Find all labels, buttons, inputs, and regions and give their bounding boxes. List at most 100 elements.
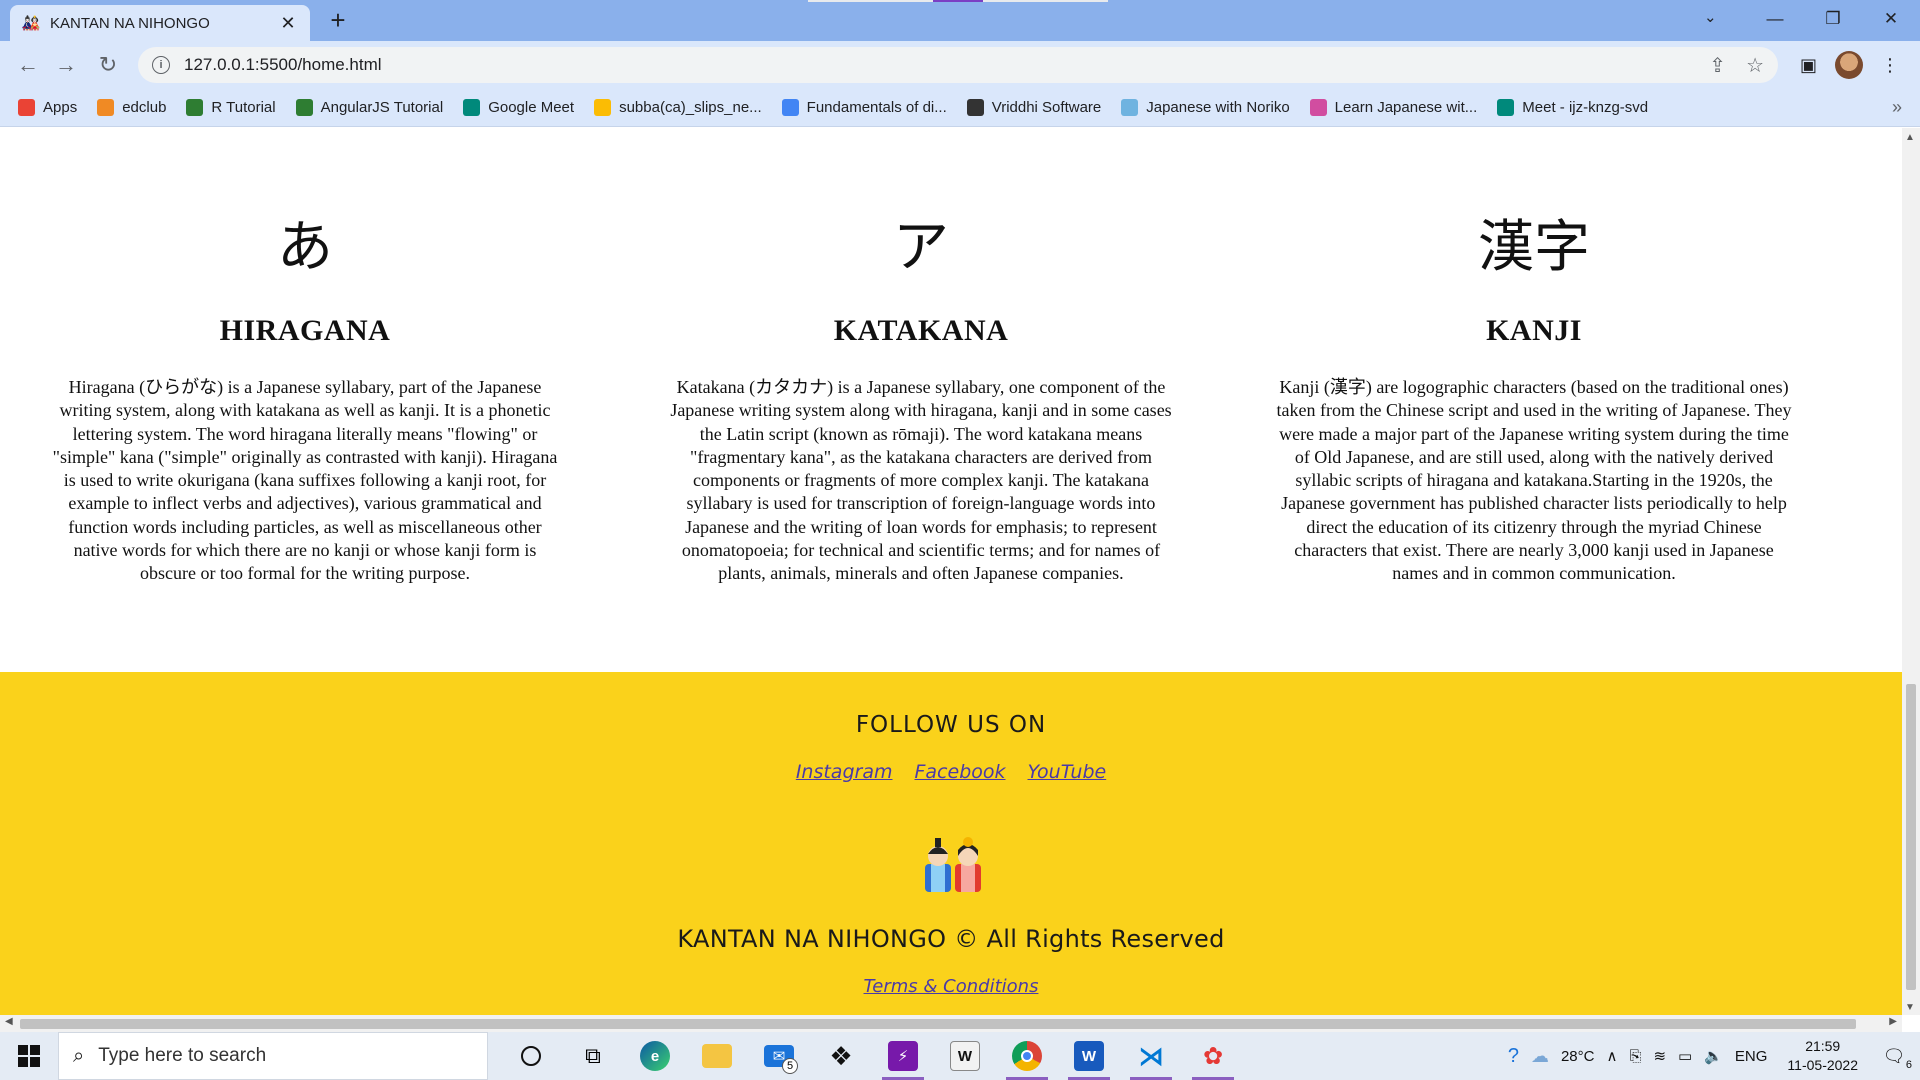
description-line: Katakana (カタカナ) is a Japanese syllabary,…	[676, 377, 1166, 397]
weather-temperature[interactable]: 28°C	[1561, 1048, 1595, 1065]
new-tab-button[interactable]: +	[324, 6, 352, 34]
task-view-button[interactable]: ⧉	[562, 1032, 624, 1080]
hiragana-description: Hiragana (ひらがな) is a Japanese syllabary,…	[20, 376, 590, 586]
paint-app[interactable]: ✿	[1182, 1032, 1244, 1080]
bookmark-item[interactable]: Learn Japanese wit...	[1309, 99, 1477, 116]
terms-link[interactable]: Terms & Conditions	[864, 976, 1039, 997]
description-line: characters that exist. There are nearly …	[1294, 540, 1774, 561]
help-icon[interactable]: ?	[1508, 1045, 1519, 1068]
bookmark-item[interactable]: Japanese with Noriko	[1121, 99, 1290, 116]
forward-button[interactable]: →	[52, 51, 80, 79]
clock-time: 21:59	[1805, 1038, 1841, 1054]
horizontal-scroll-thumb[interactable]	[20, 1019, 1856, 1029]
mail-app[interactable]: ✉ 5	[748, 1032, 810, 1080]
vscode-app[interactable]: ⋊	[1120, 1032, 1182, 1080]
share-icon[interactable]: ⇪	[1709, 53, 1726, 78]
instagram-link[interactable]: Instagram	[796, 761, 893, 783]
kanji-glyph: 漢字	[1478, 215, 1590, 280]
bookmark-item[interactable]: Apps	[18, 99, 77, 116]
show-hidden-icons-chevron-icon[interactable]: ∧	[1606, 1047, 1617, 1065]
description-line: is used to write okurigana (kana suffixe…	[63, 470, 547, 491]
bookmark-item[interactable]: R Tutorial	[186, 99, 276, 116]
restore-button[interactable]: ❐	[1804, 0, 1862, 38]
address-bar[interactable]: i 127.0.0.1:5500/home.html ⇪ ☆	[138, 47, 1778, 83]
scroll-up-icon[interactable]: ▲	[1905, 132, 1915, 143]
cortana-button[interactable]	[500, 1032, 562, 1080]
description-line: syllabary is used for transcription of f…	[686, 493, 1156, 514]
word-app[interactable]: W	[1058, 1032, 1120, 1080]
windows-logo-icon	[18, 1045, 40, 1067]
bookmarks-overflow-icon[interactable]: »	[1892, 97, 1902, 118]
horizontal-scrollbar[interactable]: ◀ ▶	[0, 1015, 1902, 1032]
site-icon	[1121, 99, 1139, 116]
chrome-app[interactable]	[996, 1032, 1058, 1080]
wifi-icon[interactable]: ≋	[1653, 1047, 1666, 1065]
follow-heading: FOLLOW US ON	[855, 712, 1047, 738]
clock[interactable]: 21:59 11-05-2022	[1787, 1037, 1858, 1075]
windows-start-button[interactable]	[0, 1032, 58, 1080]
minimize-button[interactable]: —	[1746, 0, 1804, 38]
battery-icon[interactable]: ▭	[1678, 1047, 1692, 1065]
bookmark-item[interactable]: Google Meet	[463, 99, 574, 116]
globe-icon	[966, 99, 984, 116]
description-line: lettering system. The word hiragana lite…	[72, 423, 538, 444]
scroll-right-icon[interactable]: ▶	[1889, 1016, 1897, 1027]
script-cards-section: あ HIRAGANA Hiragana (ひらがな) is a Japanese…	[0, 128, 1902, 672]
scroll-left-icon[interactable]: ◀	[5, 1016, 13, 1027]
social-links: Instagram Facebook YouTube	[0, 761, 1902, 783]
close-window-button[interactable]: ✕	[1862, 0, 1920, 38]
close-tab-icon[interactable]: ✕	[278, 13, 298, 34]
bookmark-label: Google Meet	[488, 99, 575, 116]
bookmark-item[interactable]: AngularJS Tutorial	[295, 99, 444, 116]
volume-icon[interactable]: 🔈	[1704, 1047, 1723, 1065]
bookmark-label: Fundamentals of di...	[806, 99, 947, 116]
google-meet-icon	[463, 99, 481, 116]
facebook-link[interactable]: Facebook	[914, 761, 1005, 783]
profile-avatar[interactable]	[1835, 51, 1864, 79]
bookmark-item[interactable]: edclub	[97, 99, 166, 116]
bookmark-item[interactable]: Fundamentals of di...	[781, 99, 947, 116]
taskbar-search-box[interactable]: ⌕ Type here to search	[58, 1032, 488, 1080]
vertical-scroll-thumb[interactable]	[1906, 684, 1916, 990]
bookmark-label: Vriddhi Software	[991, 99, 1102, 116]
site-info-icon[interactable]: i	[152, 56, 170, 74]
onenote-app[interactable]: ⚡	[872, 1032, 934, 1080]
bookmark-item[interactable]: Meet - ijz-knzg-svd	[1497, 99, 1648, 116]
tab-title: KANTAN NA NIHONGO	[50, 14, 210, 32]
scroll-down-icon[interactable]: ▼	[1905, 1002, 1915, 1013]
vertical-scrollbar[interactable]: ▲ ▼	[1902, 128, 1920, 1015]
side-panel-icon[interactable]: ▣	[1800, 55, 1817, 76]
mail-badge: 5	[782, 1058, 798, 1074]
menu-kebab-icon[interactable]: ⋮	[1881, 55, 1899, 76]
dropbox-app[interactable]: ❖	[810, 1032, 872, 1080]
edclub-icon	[97, 99, 115, 116]
url-text[interactable]: 127.0.0.1:5500/home.html	[184, 55, 1709, 75]
usb-icon[interactable]: ⎘	[1629, 1048, 1641, 1065]
description-line: of Old Japanese, and are still used, alo…	[1294, 446, 1774, 467]
bookmark-item[interactable]: Vriddhi Software	[966, 99, 1102, 116]
description-line: were made a major part of the Japanese w…	[1279, 423, 1789, 444]
weather-cloud-icon[interactable]: ☁	[1531, 1046, 1549, 1067]
language-indicator[interactable]: ENG	[1735, 1048, 1768, 1065]
description-line: plants, animals, minerals and often Japa…	[718, 563, 1124, 584]
youtube-link[interactable]: YouTube	[1028, 761, 1107, 783]
folder-icon	[702, 1044, 732, 1068]
notification-center-button[interactable]: 🗨 6	[1878, 1041, 1912, 1072]
file-explorer-app[interactable]	[686, 1032, 748, 1080]
paint-icon: ✿	[1202, 1042, 1224, 1070]
active-tab[interactable]: 🎎 KANTAN NA NIHONGO ✕	[10, 5, 310, 41]
katakana-title: KATAKANA	[833, 314, 1009, 347]
description-line: Japanese government has published charac…	[1281, 493, 1787, 514]
chrome-icon	[1012, 1041, 1042, 1071]
hiragana-glyph: あ	[277, 215, 333, 280]
description-line: the Latin script (known as rōmaji). The …	[699, 423, 1143, 444]
bookmark-item[interactable]: subba(ca)_slips_ne...	[594, 99, 762, 116]
bookmark-star-icon[interactable]: ☆	[1746, 53, 1764, 78]
bookmark-label: AngularJS Tutorial	[320, 99, 444, 116]
edge-app[interactable]: e	[624, 1032, 686, 1080]
reload-button[interactable]: ↻	[94, 51, 122, 79]
tab-search-chevron-icon[interactable]: ⌄	[1704, 8, 1717, 26]
back-button[interactable]: ←	[14, 51, 42, 79]
wikipedia-app[interactable]: W	[934, 1032, 996, 1080]
page-viewport: あ HIRAGANA Hiragana (ひらがな) is a Japanese…	[0, 128, 1902, 1015]
